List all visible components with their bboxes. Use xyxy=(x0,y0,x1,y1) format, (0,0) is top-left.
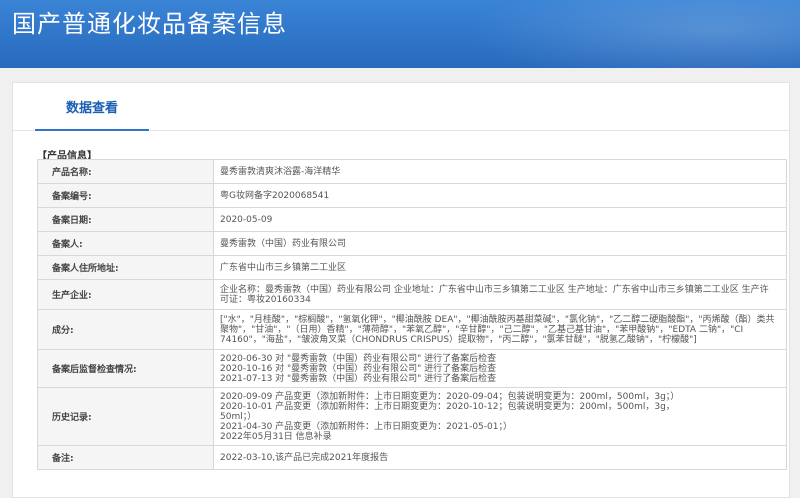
manufacturer-line: 企业名称：曼秀雷敦（中国）药业有限公司 企业地址：广东省中山市三乡镇第二工业区 … xyxy=(220,284,769,295)
history-line: 50ml；） xyxy=(220,411,257,422)
label-post-inspection: 备案后监督检查情况: xyxy=(37,349,214,388)
value-post-inspection: 2020-06-30 对 "曼秀雷敦（中国）药业有限公司" 进行了备案后检查 2… xyxy=(213,349,787,388)
ingredients-line: 聚物"，"甘油"，"（日用）香精"，"薄荷醇"，"苯氧乙醇"，"辛甘醇"，"己二… xyxy=(220,324,744,335)
history-line: 2020-09-09 产品变更（添加新附件：上市日期变更为：2020-09-04… xyxy=(220,391,680,402)
inspection-line: 2020-06-30 对 "曼秀雷敦（中国）药业有限公司" 进行了备案后检查 xyxy=(220,353,497,364)
page-header: 国产普通化妆品备案信息 xyxy=(0,0,800,68)
history-line: 2022年05月31日 信息补录 xyxy=(220,431,332,442)
history-line: 2020-10-01 产品变更（添加新附件：上市日期变更为：2020-10-12… xyxy=(220,401,675,412)
row-registrant-address: 备案人住所地址: 广东省中山市三乡镇第二工业区 xyxy=(37,255,787,280)
value-record-number: 粤G妆网备字2020068541 xyxy=(213,183,787,208)
value-product-name: 曼秀雷敦清爽沐浴露-海洋精华 xyxy=(213,159,787,184)
label-remarks: 备注: xyxy=(37,445,214,470)
label-record-date: 备案日期: xyxy=(37,207,214,232)
value-record-date: 2020-05-09 xyxy=(213,207,787,232)
label-record-number: 备案编号: xyxy=(37,183,214,208)
value-registrant-address: 广东省中山市三乡镇第二工业区 xyxy=(213,255,787,280)
history-line: 2021-04-30 产品变更（添加新附件：上市日期变更为：2021-05-01… xyxy=(220,421,512,432)
label-ingredients: 成分: xyxy=(37,309,214,350)
label-product-name: 产品名称: xyxy=(37,159,214,184)
row-product-name: 产品名称: 曼秀雷敦清爽沐浴露-海洋精华 xyxy=(37,159,787,184)
row-post-inspection: 备案后监督检查情况: 2020-06-30 对 "曼秀雷敦（中国）药业有限公司"… xyxy=(37,349,787,388)
inspection-line: 2021-07-13 对 "曼秀雷敦（中国）药业有限公司" 进行了备案后检查 xyxy=(220,373,497,384)
label-history: 历史记录: xyxy=(37,387,214,446)
label-registrant-address: 备案人住所地址: xyxy=(37,255,214,280)
row-registrant: 备案人: 曼秀雷敦（中国）药业有限公司 xyxy=(37,231,787,256)
row-manufacturer: 生产企业: 企业名称：曼秀雷敦（中国）药业有限公司 企业地址：广东省中山市三乡镇… xyxy=(37,279,787,310)
row-remarks: 备注: 2022-03-10,该产品已完成2021年度报告 xyxy=(37,445,787,470)
product-info-table: 产品名称: 曼秀雷敦清爽沐浴露-海洋精华 备案编号: 粤G妆网备字2020068… xyxy=(37,159,787,470)
label-registrant: 备案人: xyxy=(37,231,214,256)
row-record-date: 备案日期: 2020-05-09 xyxy=(37,207,787,232)
ingredients-line: ["水"，"月桂酸"，"棕榈酸"，"氢氧化钾"，"椰油酰胺 DEA"，"椰油酰胺… xyxy=(220,314,775,325)
tab-bar: 数据查看 xyxy=(13,83,789,131)
header-decoration xyxy=(420,0,800,68)
manufacturer-line: 可证：粤妆20160334 xyxy=(220,294,311,305)
row-record-number: 备案编号: 粤G妆网备字2020068541 xyxy=(37,183,787,208)
inspection-line: 2020-10-16 对 "曼秀雷敦（中国）药业有限公司" 进行了备案后检查 xyxy=(220,363,497,374)
tab-data-view[interactable]: 数据查看 xyxy=(35,83,149,131)
value-ingredients: ["水"，"月桂酸"，"棕榈酸"，"氢氧化钾"，"椰油酰胺 DEA"，"椰油酰胺… xyxy=(213,309,787,350)
ingredients-line: 74160"，"海盐"，"皱波角叉菜（CHONDRUS CRISPUS）提取物"… xyxy=(220,334,697,345)
row-history: 历史记录: 2020-09-09 产品变更（添加新附件：上市日期变更为：2020… xyxy=(37,387,787,446)
label-manufacturer: 生产企业: xyxy=(37,279,214,310)
row-ingredients: 成分: ["水"，"月桂酸"，"棕榈酸"，"氢氧化钾"，"椰油酰胺 DEA"，"… xyxy=(37,309,787,350)
value-remarks: 2022-03-10,该产品已完成2021年度报告 xyxy=(213,445,787,470)
value-registrant: 曼秀雷敦（中国）药业有限公司 xyxy=(213,231,787,256)
value-history: 2020-09-09 产品变更（添加新附件：上市日期变更为：2020-09-04… xyxy=(213,387,787,446)
content-panel: 数据查看 【产品信息】 产品名称: 曼秀雷敦清爽沐浴露-海洋精华 备案编号: 粤… xyxy=(12,82,790,498)
page-title: 国产普通化妆品备案信息 xyxy=(12,10,287,38)
value-manufacturer: 企业名称：曼秀雷敦（中国）药业有限公司 企业地址：广东省中山市三乡镇第二工业区 … xyxy=(213,279,787,310)
